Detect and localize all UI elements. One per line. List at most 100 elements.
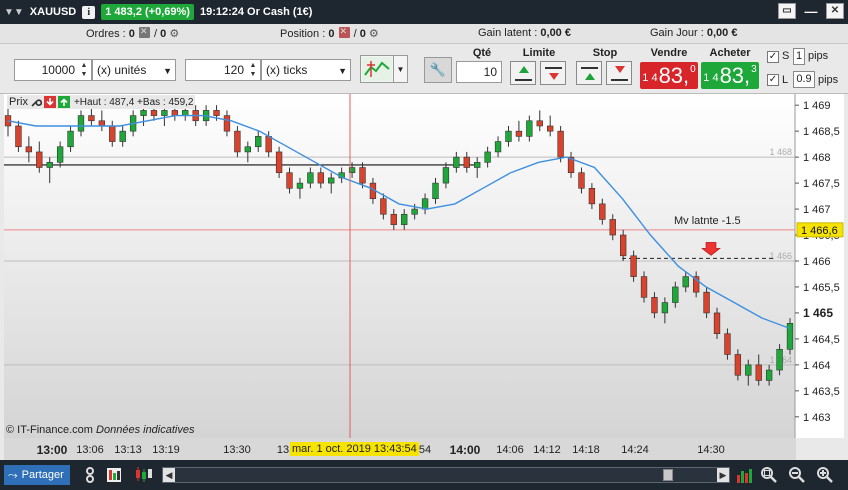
candle-body[interactable]	[463, 156, 470, 168]
candle-body[interactable]	[599, 203, 606, 220]
candle-body[interactable]	[119, 130, 126, 142]
chart-scrollbar[interactable]: ◀ ▶	[162, 467, 730, 483]
scroll-left-icon[interactable]: ◀	[163, 468, 175, 482]
candle-body[interactable]	[682, 276, 689, 288]
candle-body[interactable]	[421, 198, 429, 210]
candle-body[interactable]	[411, 208, 418, 215]
candle-body[interactable]	[609, 219, 616, 236]
price-chart[interactable]: 1 468 1 466 1 464 1 469 1 468,5 1 468 1 467,5…	[4, 94, 844, 438]
candle-body[interactable]	[453, 156, 460, 168]
candle-body[interactable]	[244, 146, 251, 153]
candle-body[interactable]	[536, 120, 543, 127]
candle-body[interactable]	[484, 151, 491, 163]
candle-body[interactable]	[755, 364, 762, 381]
candle-body[interactable]	[88, 115, 95, 122]
minimize-icon[interactable]: —	[802, 3, 820, 19]
candle-body[interactable]	[56, 146, 64, 163]
candle-body[interactable]	[286, 172, 293, 189]
candle-body[interactable]	[724, 333, 731, 355]
stop-buy-button[interactable]	[576, 61, 602, 85]
ticks-spin-arrows-icon[interactable]: ▲ ▼	[247, 61, 259, 79]
candle-body[interactable]	[557, 130, 564, 158]
candlestick-chart[interactable]: 1 468 1 466 1 464 1 469 1 468,5 1 468 1 467,5…	[4, 94, 844, 438]
cancel-orders-icon[interactable]	[138, 26, 150, 38]
strategy-tool-button[interactable]	[360, 55, 394, 83]
candle-body[interactable]	[234, 130, 241, 153]
candle-body[interactable]	[380, 198, 387, 215]
candle-body[interactable]	[630, 255, 637, 277]
scroll-thumb[interactable]	[663, 469, 673, 481]
candle-body[interactable]	[703, 291, 710, 314]
quantity-stepper[interactable]: 10000 ▲ ▼	[14, 59, 92, 81]
quantity-unit-select[interactable]: (x) unités ▼	[92, 59, 176, 81]
limit-buy-button[interactable]	[510, 61, 536, 85]
zoom-in-icon[interactable]	[815, 465, 835, 485]
candle-body[interactable]	[620, 234, 627, 257]
candle-body[interactable]	[265, 136, 272, 153]
zoom-fit-icon[interactable]	[759, 465, 779, 485]
candle-body[interactable]	[390, 213, 397, 225]
close-position-icon[interactable]	[338, 26, 350, 38]
upload-green-icon[interactable]	[57, 96, 70, 108]
candle-body[interactable]	[182, 110, 189, 116]
candle-body[interactable]	[213, 110, 220, 116]
ticks-stepper[interactable]: 120 ▲ ▼	[185, 59, 261, 81]
scroll-right-icon[interactable]: ▶	[717, 468, 729, 482]
candle-body[interactable]	[307, 172, 314, 184]
bar-chart-icon[interactable]	[104, 465, 124, 485]
instrument-name[interactable]: XAUUSD	[30, 6, 76, 18]
zoom-out-icon[interactable]	[787, 465, 807, 485]
candle-body[interactable]	[745, 364, 752, 376]
wrench-button[interactable]: 🔧	[424, 57, 452, 83]
candle-body[interactable]	[713, 312, 721, 335]
candle-body[interactable]	[67, 130, 74, 148]
candle-body[interactable]	[140, 110, 147, 116]
close-icon[interactable]: ✕	[826, 3, 844, 19]
candle-body[interactable]	[15, 125, 22, 148]
candle-body[interactable]	[77, 115, 85, 132]
candle-body[interactable]	[109, 125, 116, 142]
limit-checkbox[interactable]: ✓	[767, 74, 779, 86]
download-red-icon[interactable]	[43, 96, 56, 108]
candle-body[interactable]	[651, 297, 658, 314]
orders-gear-icon[interactable]: ⚙	[169, 28, 179, 40]
candle-body[interactable]	[640, 276, 648, 298]
candle-body[interactable]	[359, 167, 366, 184]
candle-body[interactable]	[765, 369, 773, 381]
candle-body[interactable]	[25, 146, 33, 153]
candle-body[interactable]	[547, 125, 554, 132]
wrench-icon[interactable]	[30, 96, 42, 108]
candle-body[interactable]	[515, 130, 523, 137]
collapse-chevron-icon[interactable]: ▼▼	[4, 7, 24, 18]
candle-body[interactable]	[432, 182, 439, 199]
candle-body[interactable]	[36, 151, 43, 168]
candle-body[interactable]	[494, 141, 502, 153]
candle-body[interactable]	[661, 302, 669, 314]
candle-body[interactable]	[255, 136, 262, 148]
time-axis[interactable]: 13:00 13:06 13:13 13:19 13:30 13 54 14:0…	[4, 438, 796, 460]
candle-body[interactable]	[734, 354, 742, 376]
restore-icon[interactable]: ▭	[778, 3, 796, 19]
info-icon[interactable]: i	[82, 5, 96, 19]
volume-bars-icon[interactable]	[734, 465, 754, 485]
stop-sell-button[interactable]	[606, 61, 632, 85]
candle-body[interactable]	[474, 162, 481, 168]
candle-body[interactable]	[442, 167, 450, 184]
candle-body[interactable]	[275, 151, 283, 174]
candle-body[interactable]	[223, 115, 231, 132]
candle-body[interactable]	[150, 110, 158, 116]
candle-body[interactable]	[296, 182, 304, 189]
buy-button[interactable]: 1 4 83, 3	[701, 62, 759, 89]
limit-sell-button[interactable]	[540, 61, 566, 85]
candle-body[interactable]	[46, 162, 53, 168]
strategy-dropdown-button[interactable]: ▼	[394, 55, 408, 83]
candle-body[interactable]	[505, 130, 512, 142]
s-pips-input[interactable]: 1	[793, 48, 805, 65]
candle-body[interactable]	[328, 177, 335, 184]
candles-icon[interactable]	[134, 465, 154, 485]
candle-body[interactable]	[578, 172, 585, 189]
sell-button[interactable]: 1 4 83, 0	[640, 62, 698, 89]
prix-label[interactable]: Prix	[9, 96, 28, 108]
indicator-icon[interactable]	[80, 465, 100, 485]
candle-body[interactable]	[776, 348, 783, 371]
